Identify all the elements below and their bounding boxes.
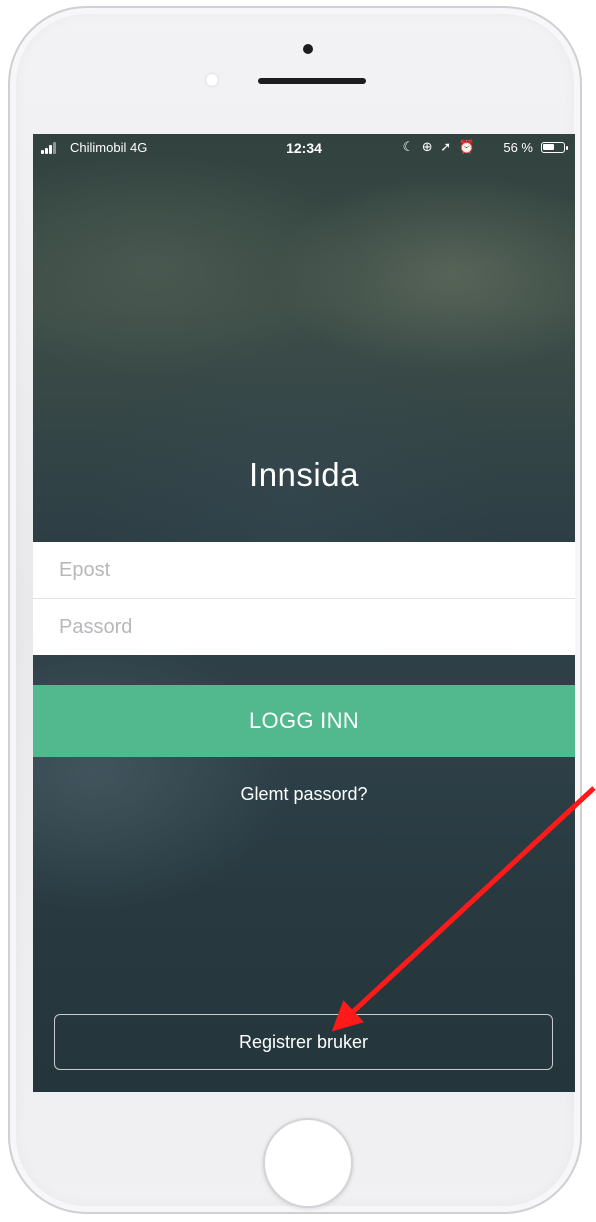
battery-fill (543, 144, 554, 150)
login-button[interactable]: LOGG INN (33, 685, 575, 757)
phone-screen: Chilimobil 4G 12:34 ☾ ⊕ ➚ ⏰ 56 % Innsida… (33, 134, 575, 1092)
battery-icon (541, 142, 568, 153)
status-time: 12:34 (286, 140, 322, 156)
status-icons: ☾ ⊕ ➚ ⏰ (403, 139, 477, 155)
front-camera (206, 74, 218, 86)
register-user-button[interactable]: Registrer bruker (54, 1014, 553, 1070)
app-title: Innsida (249, 456, 359, 493)
forgot-password-link[interactable]: Glemt passord? (33, 784, 575, 805)
earpiece-speaker (258, 78, 366, 84)
status-bar: Chilimobil 4G 12:34 ☾ ⊕ ➚ ⏰ 56 % (33, 134, 575, 160)
email-field[interactable] (33, 542, 575, 598)
phone-sensor (303, 44, 313, 54)
password-field[interactable] (33, 599, 575, 655)
home-button[interactable] (263, 1118, 353, 1208)
status-glyphs: ☾ ⊕ ➚ ⏰ (402, 139, 477, 154)
login-form (33, 542, 575, 655)
battery-percent: 56 % (503, 140, 533, 155)
